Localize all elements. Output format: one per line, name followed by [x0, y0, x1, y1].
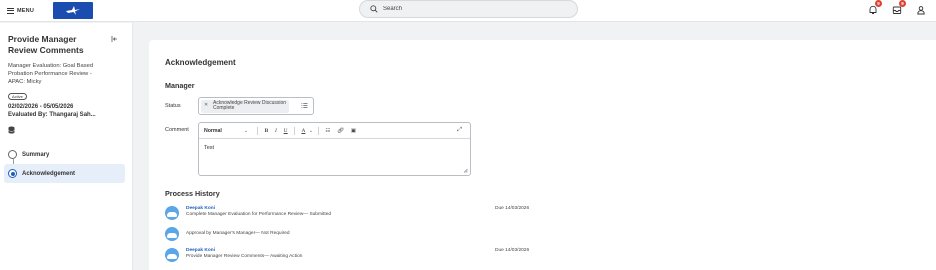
chevron-down-icon[interactable]: ⌄	[244, 128, 248, 134]
status-prompt-field[interactable]: ✕ Acknowledge Review Discussion Complete	[198, 97, 314, 115]
notifications-badge: 9	[875, 0, 882, 7]
search-box[interactable]	[359, 0, 578, 18]
task-title: Provide Manager Review Comments	[8, 34, 84, 55]
history-description: Provide Manager Review Comments— Awaitin…	[186, 254, 303, 259]
link-icon[interactable]: 🔗︎	[337, 128, 344, 134]
task-dates: 02/02/2026 - 05/05/2026 Evaluated By: Th…	[8, 103, 96, 119]
top-bar: MENU 9 9	[0, 0, 936, 22]
toolbar-divider	[318, 126, 320, 135]
comment-editor[interactable]: Normal ⌄ B I U A ⌄ ☷ 🔗︎ ▣ ⤢ Test	[198, 122, 471, 176]
database-icon[interactable]	[8, 126, 15, 134]
resize-handle-icon[interactable]	[463, 168, 468, 173]
task-subtitle: Manager Evaluation: Goal Based Probation…	[8, 63, 94, 85]
history-description: Approval by Manager's Manager— Not Requi…	[186, 230, 290, 236]
menu-button[interactable]: MENU	[4, 4, 37, 18]
search-input[interactable]	[383, 6, 553, 12]
editor-toolbar: Normal ⌄ B I U A ⌄ ☷ 🔗︎ ▣ ⤢	[199, 123, 470, 139]
top-right-icons: 9 9	[866, 0, 928, 17]
inbox-badge: 9	[899, 0, 906, 7]
underline-icon[interactable]: U	[284, 128, 288, 134]
collapse-panel-icon[interactable]	[110, 35, 118, 43]
comment-text[interactable]: Test	[204, 145, 214, 151]
menu-label: MENU	[17, 8, 34, 14]
step-label: Summary	[22, 151, 50, 158]
process-history-title: Process History	[165, 189, 220, 198]
evaluated-by: Evaluated By: Thangaraj Sah...	[8, 112, 96, 118]
search-icon	[370, 5, 378, 13]
task-steps: Summary Acknowledgement	[0, 145, 133, 183]
notifications-button[interactable]: 9	[866, 0, 882, 17]
toolbar-divider	[294, 126, 296, 135]
left-panel: Provide Manager Review Comments Manager …	[0, 23, 133, 270]
font-color-icon[interactable]: A	[301, 128, 305, 134]
bulleted-list-icon[interactable]: ☷	[325, 128, 330, 134]
history-item: Approval by Manager's Manager— Not Requi…	[165, 226, 565, 244]
insert-image-icon[interactable]: ▣	[351, 128, 356, 134]
prompt-list-icon[interactable]	[301, 102, 308, 109]
inbox-button[interactable]: 9	[890, 0, 906, 17]
step-selected-icon	[8, 169, 17, 178]
status-selected-pill: ✕ Acknowledge Review Discussion Complete	[201, 100, 289, 113]
main-card: Acknowledgement Manager Status * ✕ Ackno…	[149, 40, 936, 270]
hamburger-icon	[7, 8, 14, 14]
toolbar-divider	[257, 126, 259, 135]
comment-label: Comment	[165, 127, 189, 133]
text-style-select[interactable]: Normal	[204, 128, 244, 134]
history-person-link[interactable]: Deepak Koni	[186, 248, 215, 253]
date-range: 02/02/2026 - 05/05/2026	[8, 104, 74, 110]
status-badge: Active	[8, 93, 27, 100]
company-logo[interactable]	[53, 2, 93, 19]
section-title: Manager	[165, 81, 195, 90]
history-description: Complete Manager Evaluation for Performa…	[186, 212, 332, 217]
expand-icon[interactable]: ⤢	[457, 127, 462, 134]
history-due-date: Due 14/03/2026	[495, 206, 530, 211]
history-item: Deepak Koni Complete Manager Evaluation …	[165, 205, 565, 223]
italic-icon[interactable]: I	[275, 128, 277, 134]
status-label: Status	[165, 103, 181, 109]
step-label: Acknowledgement	[22, 170, 76, 177]
page-title: Acknowledgement	[165, 58, 236, 67]
status-value-line2: Complete	[213, 105, 235, 112]
step-acknowledgement[interactable]: Acknowledgement	[4, 164, 125, 183]
bold-icon[interactable]: B	[265, 128, 269, 134]
step-circle-icon	[8, 150, 17, 159]
profile-button[interactable]	[914, 3, 928, 17]
history-item: Deepak Koni Provide Manager Review Comme…	[165, 247, 565, 265]
avatar-icon	[165, 248, 179, 262]
logo-mark-icon	[66, 6, 80, 15]
avatar-icon	[165, 227, 179, 241]
remove-icon[interactable]: ✕	[204, 102, 208, 109]
avatar-icon	[165, 206, 179, 220]
history-person-link[interactable]: Deepak Koni	[186, 206, 215, 211]
chevron-down-icon[interactable]: ⌄	[309, 128, 313, 134]
history-due-date: Due 14/03/2026	[495, 248, 530, 253]
user-icon	[917, 6, 925, 15]
step-summary[interactable]: Summary	[4, 145, 125, 164]
